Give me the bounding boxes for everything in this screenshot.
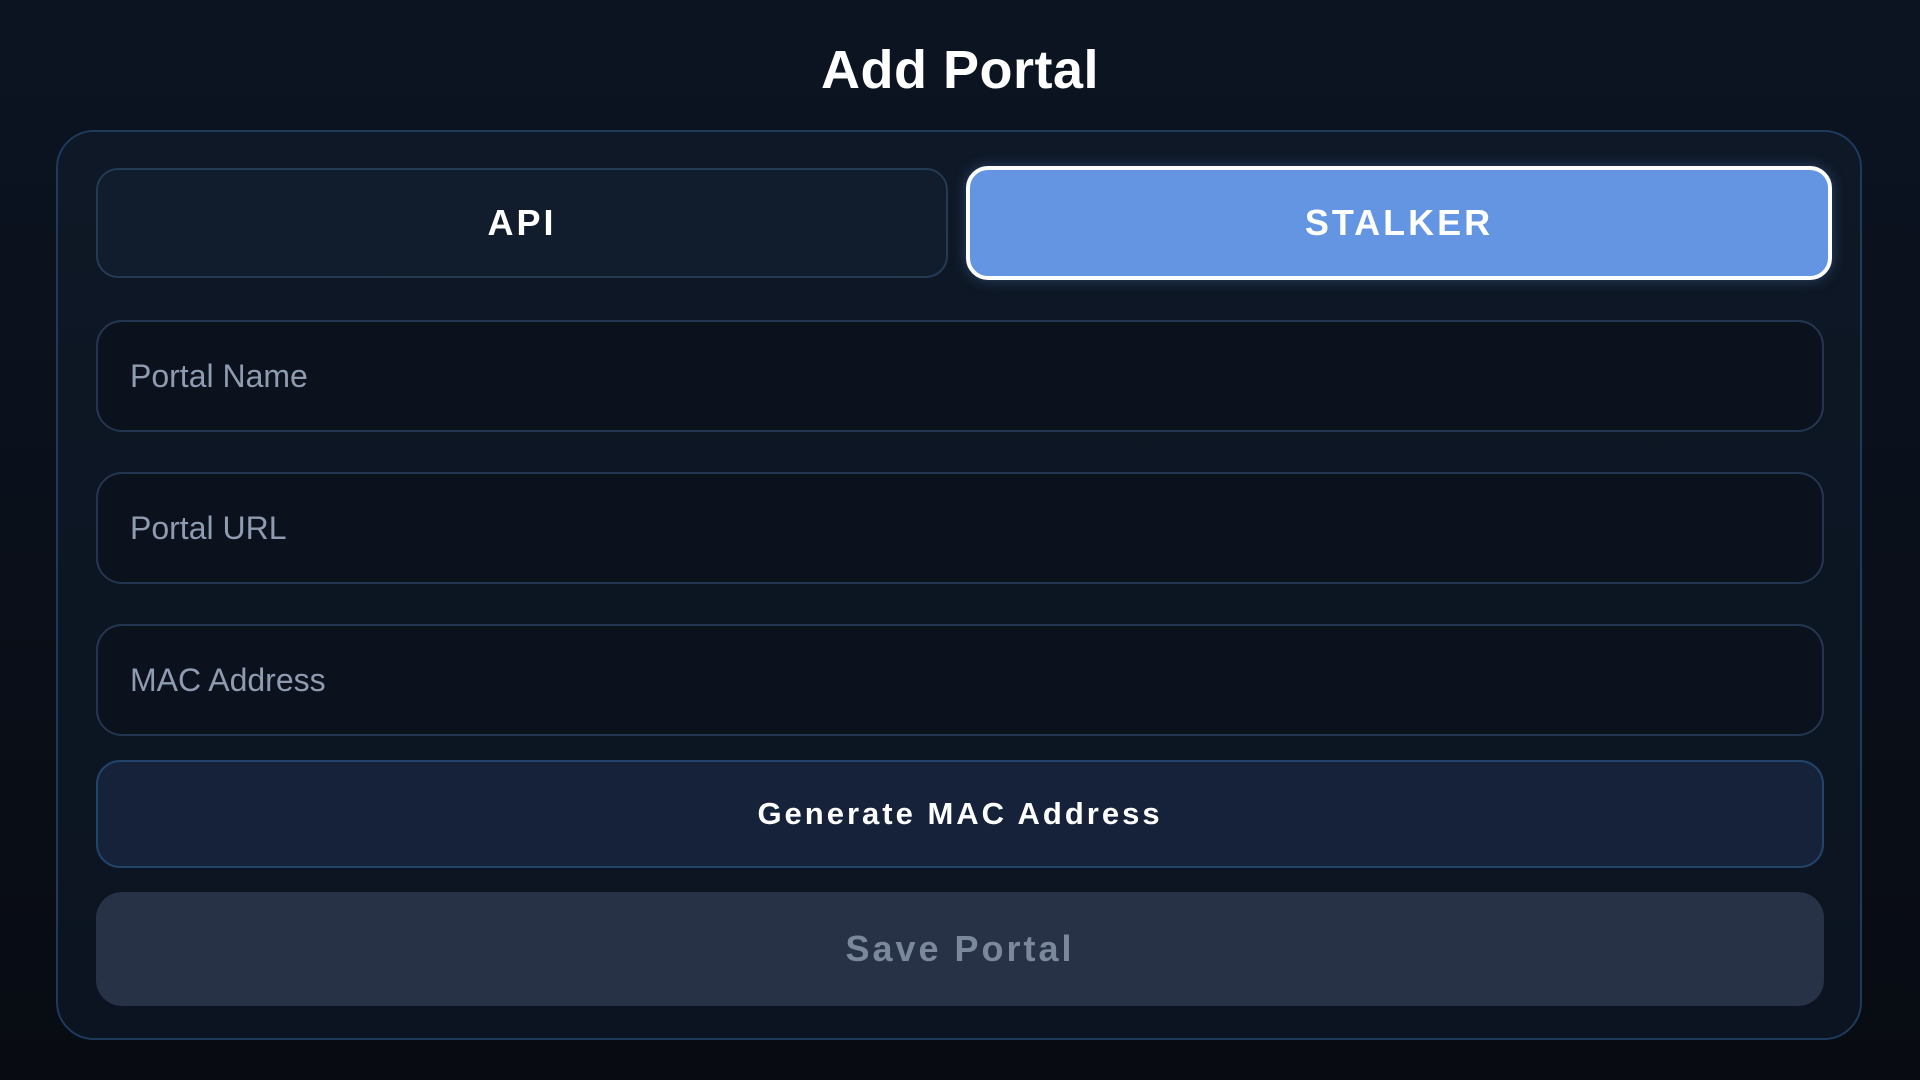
add-portal-screen: Add Portal API STALKER Generate MAC Addr… <box>0 0 1920 1080</box>
portal-url-input[interactable] <box>128 508 1822 548</box>
generate-mac-address-button[interactable]: Generate MAC Address <box>96 760 1824 868</box>
page-title: Add Portal <box>820 40 1099 100</box>
save-portal-button[interactable]: Save Portal <box>96 892 1824 1006</box>
portal-name-input[interactable] <box>128 356 1822 396</box>
tab-api[interactable]: API <box>96 168 948 278</box>
add-portal-form-card: API STALKER Generate MAC Address Save Po… <box>56 130 1862 1040</box>
mac-address-input[interactable] <box>128 660 1822 700</box>
mac-address-field[interactable] <box>96 624 1824 736</box>
portal-name-field[interactable] <box>96 320 1824 432</box>
tab-stalker[interactable]: STALKER <box>966 166 1832 280</box>
portal-url-field[interactable] <box>96 472 1824 584</box>
